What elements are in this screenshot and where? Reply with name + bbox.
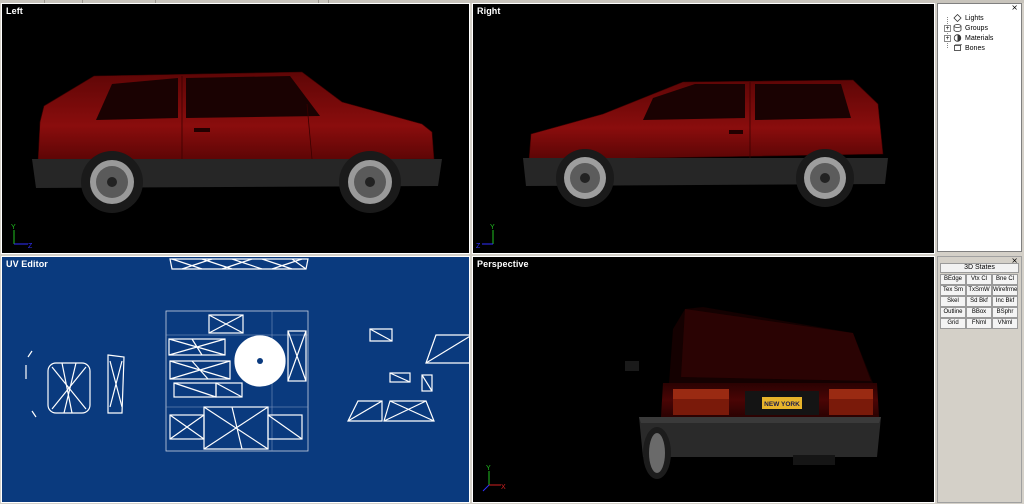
state-button-bbox[interactable]: BBox [966, 307, 992, 318]
group-icon [953, 24, 962, 32]
viewport-title: Perspective [477, 259, 529, 269]
light-icon [953, 14, 962, 22]
material-icon [953, 34, 962, 42]
state-button-txsmw[interactable]: TxSmW [966, 285, 992, 296]
scene-tree: Lights + Groups + Materials Bones [944, 13, 1022, 53]
axis-y-label: Y [490, 224, 495, 231]
tree-item-label: Lights [965, 14, 984, 22]
viewport-title: Left [6, 6, 23, 16]
axis-y-label: Y [11, 224, 16, 231]
front-wheel [556, 149, 614, 207]
axis-gizmo: Y Z [476, 224, 495, 250]
tree-item-label: Bones [965, 44, 985, 52]
state-button-grid[interactable]: Grid [940, 318, 966, 329]
state-button-fnml[interactable]: FNml [966, 318, 992, 329]
axis-y-label: Y [486, 465, 491, 472]
state-button-wireframe[interactable]: Wirefrme [992, 285, 1018, 296]
scene-tree-panel: × Lights + Groups + Materials Bones [937, 3, 1022, 252]
state-button-outline[interactable]: Outline [940, 307, 966, 318]
state-button-bedge[interactable]: BEdge [940, 274, 966, 285]
state-button-tex-sm[interactable]: Tex Sm [940, 285, 966, 296]
state-button-bsphr[interactable]: BSphr [992, 307, 1018, 318]
car-side-view-right: Y Z [476, 79, 888, 250]
tree-item-groups[interactable]: + Groups [944, 23, 1022, 33]
viewport-title: Right [477, 6, 501, 16]
tree-item-label: Groups [965, 24, 988, 32]
state-button-vnml[interactable]: VNml [992, 318, 1018, 329]
car-side-view-left: Y Z [11, 71, 442, 250]
rear-wheel [796, 149, 854, 207]
front-wheel [81, 151, 143, 213]
state-button-sd-bkf[interactable]: Sd Bkf [966, 296, 992, 307]
viewport-perspective[interactable]: Perspective NEW YORK Y X [472, 256, 935, 503]
axis-z-label: Z [476, 243, 481, 250]
axis-gizmo: Y Z [11, 224, 33, 250]
expand-icon[interactable]: + [944, 34, 951, 42]
3d-states-panel: × 3D States BEdge Vtx Cl Bne Cl Tex Sm T… [937, 256, 1022, 503]
app-window: Left Y Z Right Y Z UV Editor Perspective… [0, 0, 1024, 504]
axis-gizmo: Y X [482, 465, 506, 492]
state-button-inc-bkf[interactable]: Inc Bkf [992, 296, 1018, 307]
bone-icon [954, 44, 962, 51]
state-button-bne-cl[interactable]: Bne Cl [992, 274, 1018, 285]
tree-item-materials[interactable]: + Materials [944, 33, 1022, 43]
viewport-uv-editor[interactable]: UV Editor [1, 256, 470, 503]
states-button-grid: BEdge Vtx Cl Bne Cl Tex Sm TxSmW Wirefrm… [940, 274, 1020, 329]
license-plate-text: NEW YORK [764, 401, 800, 408]
car-rear-perspective: NEW YORK Y X [482, 307, 881, 492]
axis-z-label: Z [28, 243, 33, 250]
close-icon[interactable]: × [1011, 4, 1018, 12]
state-button-skel[interactable]: Skel [940, 296, 966, 307]
viewport-right[interactable]: Right Y Z [472, 3, 935, 254]
tree-item-lights[interactable]: Lights [944, 13, 1022, 23]
states-title: 3D States [940, 263, 1019, 273]
viewport-title: UV Editor [6, 259, 48, 269]
expand-icon[interactable]: + [944, 24, 951, 32]
viewport-left[interactable]: Left Y Z [1, 3, 470, 254]
state-button-vtx-cl[interactable]: Vtx Cl [966, 274, 992, 285]
tree-item-label: Materials [965, 34, 994, 42]
rear-wheel [339, 151, 401, 213]
uv-map [25, 258, 469, 452]
axis-x-label: X [501, 484, 506, 491]
tree-item-bones[interactable]: Bones [944, 43, 1022, 53]
